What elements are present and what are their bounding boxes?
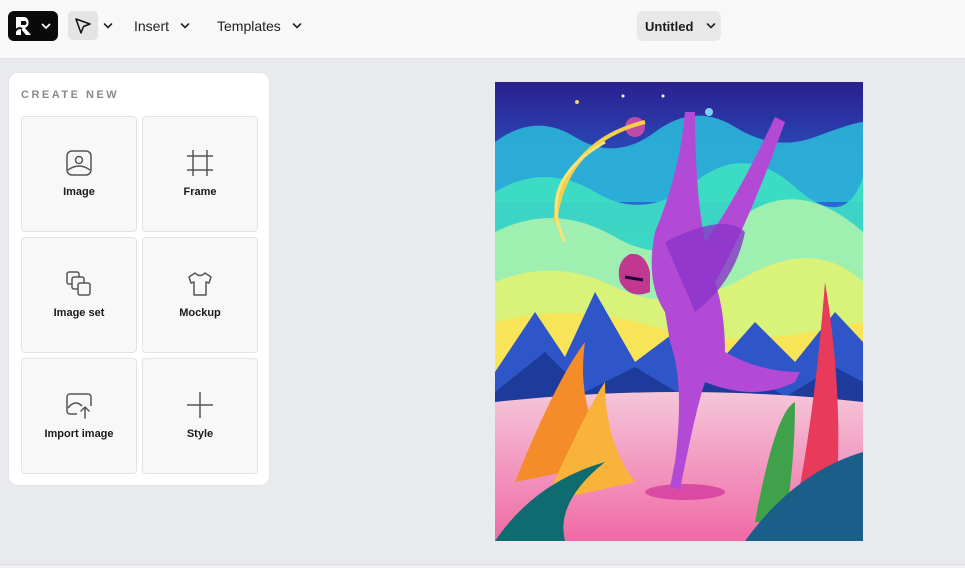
image-icon [66, 150, 92, 176]
document-title: Untitled [645, 18, 694, 34]
tile-label: Image [63, 186, 95, 198]
templates-menu[interactable]: Templates [217, 18, 303, 34]
document-title-button[interactable]: Untitled [637, 11, 721, 41]
chevron-down-icon [41, 23, 51, 30]
cursor-icon [75, 17, 91, 34]
logo-icon [13, 17, 31, 35]
create-frame-tile[interactable]: Frame [142, 116, 258, 232]
select-tool-button[interactable] [68, 11, 98, 40]
bottom-edge [0, 564, 965, 568]
tile-label: Frame [183, 186, 217, 198]
tile-label: Style [186, 428, 214, 440]
create-new-panel: CREATE NEW Image Frame Image set Mockup … [8, 72, 270, 486]
tile-label: Import image [44, 428, 114, 440]
create-grid: Image Frame Image set Mockup Import imag… [21, 116, 258, 474]
tile-label: Mockup [179, 307, 221, 319]
tile-label: Image set [53, 307, 105, 319]
panel-title: CREATE NEW [21, 89, 120, 101]
image-set-icon [66, 271, 91, 296]
import-image-tile[interactable]: Import image [21, 358, 137, 474]
insert-label: Insert [134, 18, 170, 34]
frame-icon [187, 150, 213, 176]
create-style-tile[interactable]: Style [142, 358, 258, 474]
logo-menu-button[interactable] [8, 11, 58, 41]
canvas-artwork[interactable] [495, 82, 863, 541]
create-image-set-tile[interactable]: Image set [21, 237, 137, 353]
tool-chevron-down-icon[interactable] [102, 20, 114, 32]
create-mockup-tile[interactable]: Mockup [142, 237, 258, 353]
plus-icon [187, 392, 213, 418]
artwork-illustration [495, 82, 863, 541]
top-toolbar: Insert Templates Untitled [0, 0, 965, 59]
chevron-down-icon [707, 23, 716, 29]
tshirt-icon [188, 272, 212, 296]
insert-menu[interactable]: Insert [134, 18, 191, 34]
templates-label: Templates [217, 18, 281, 34]
import-image-icon [66, 393, 92, 419]
create-image-tile[interactable]: Image [21, 116, 137, 232]
chevron-down-icon [180, 23, 190, 29]
chevron-down-icon [292, 23, 302, 29]
